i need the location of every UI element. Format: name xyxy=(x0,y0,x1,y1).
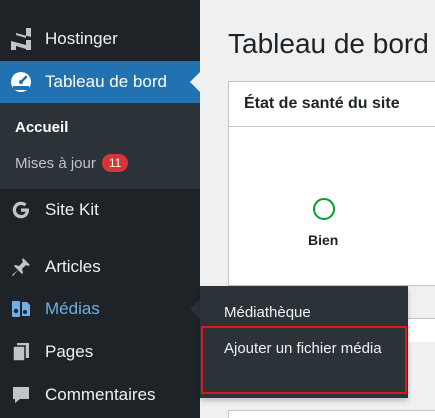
flyout-item-mediatheque[interactable]: Médiathèque xyxy=(224,302,311,324)
menu-label: Pages xyxy=(45,342,94,361)
panel-title: État de santé du site xyxy=(229,82,435,127)
submenu-label: Accueil xyxy=(15,119,69,136)
updates-count-badge: 11 xyxy=(101,154,129,172)
menu-label: Hostinger xyxy=(45,29,118,48)
dashboard-submenu xyxy=(0,103,200,189)
menu-item-articles[interactable]: Articles xyxy=(0,246,200,288)
submenu-item-accueil[interactable]: Accueil xyxy=(15,119,68,136)
menu-item-comments[interactable]: Commentaires xyxy=(0,374,200,416)
menu-label: Articles xyxy=(45,257,101,276)
admin-sidebar: Hostinger Tableau de bord Accueil Mises … xyxy=(0,0,200,418)
menu-item-medias[interactable]: Médias xyxy=(0,288,200,330)
menu-label: Tableau de bord xyxy=(45,72,167,91)
dashboard-gauge-icon xyxy=(10,71,32,93)
pages-icon xyxy=(10,341,32,363)
media-icon xyxy=(10,298,32,320)
menu-item-hostinger[interactable]: Hostinger xyxy=(0,18,200,60)
menu-item-pages[interactable]: Pages xyxy=(0,331,200,373)
menu-item-sitekit[interactable]: Site Kit xyxy=(0,189,200,231)
comment-icon xyxy=(10,384,32,406)
menu-label: Commentaires xyxy=(45,385,156,404)
submenu-item-updates[interactable]: Mises à jour 11 xyxy=(15,154,129,172)
hostinger-logo-icon xyxy=(10,28,32,50)
highlight-box xyxy=(201,326,407,394)
page-title: Tableau de bord xyxy=(228,28,429,59)
site-health-panel: État de santé du site Bien xyxy=(228,81,435,286)
submenu-label: Mises à jour xyxy=(15,154,96,172)
google-g-icon xyxy=(10,199,32,221)
menu-label: Médias xyxy=(45,299,100,318)
menu-item-dashboard[interactable]: Tableau de bord xyxy=(0,61,200,103)
health-status-label: Bien xyxy=(308,232,339,248)
dashboard-panel xyxy=(228,410,435,418)
pushpin-icon xyxy=(10,256,32,278)
health-status-circle-icon xyxy=(313,198,335,220)
menu-label: Site Kit xyxy=(45,200,99,219)
